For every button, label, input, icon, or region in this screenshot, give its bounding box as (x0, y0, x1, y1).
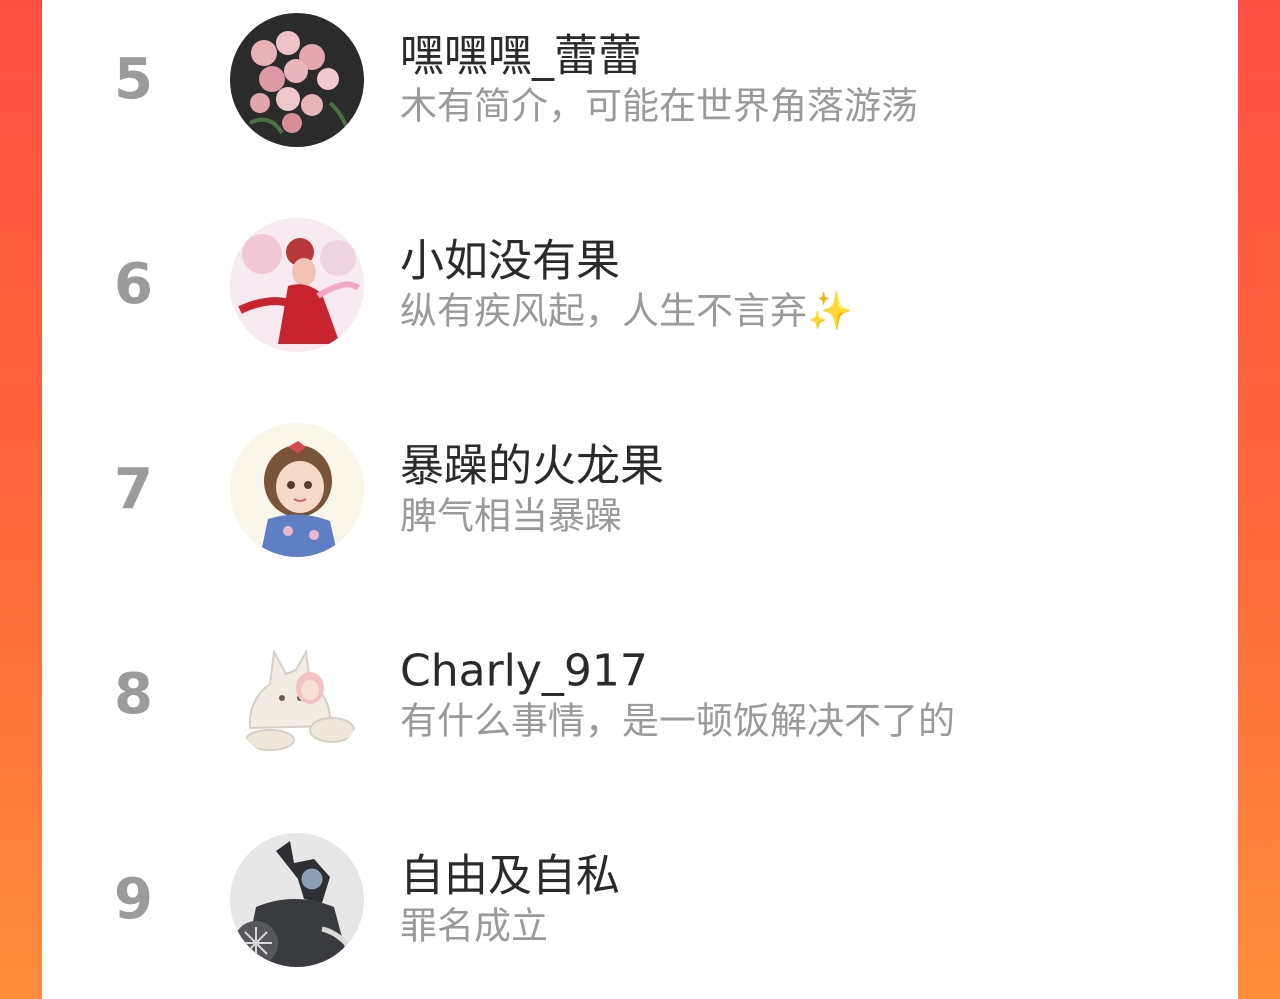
user-bio: 纵有疾风起，人生不言弃✨ (400, 289, 854, 333)
user-name: 暴躁的火龙果 (400, 440, 664, 492)
user-name: Charly_917 (400, 645, 648, 697)
roses-photo-avatar-icon[interactable] (230, 13, 364, 147)
rank-number: 8 (114, 662, 153, 727)
rank-number: 9 (114, 867, 153, 932)
user-bio: 脾气相当暴躁 (400, 494, 622, 538)
app-screen: 5 嘿嘿嘿_蕾蕾 木有简介，可能在世界角落游荡 6 小如没有果 纵有疾风起，人生… (0, 0, 1280, 999)
dancer-portrait-avatar-icon[interactable] (230, 218, 364, 352)
rank-number: 7 (114, 457, 153, 522)
list-item[interactable]: 5 嘿嘿嘿_蕾蕾 木有简介，可能在世界角落游荡 (42, 5, 1238, 155)
user-meta: Charly_917 有什么事情，是一顿饭解决不了的 (400, 645, 955, 744)
dark-figure-avatar-icon[interactable] (230, 833, 364, 967)
rank-number: 5 (114, 47, 153, 112)
list-item[interactable]: 9 自由及自私 罪名成立 (42, 825, 1238, 975)
user-bio: 木有简介，可能在世界角落游荡 (400, 84, 918, 128)
user-meta: 嘿嘿嘿_蕾蕾 木有简介，可能在世界角落游荡 (400, 30, 918, 129)
ranking-panel: 5 嘿嘿嘿_蕾蕾 木有简介，可能在世界角落游荡 6 小如没有果 纵有疾风起，人生… (42, 0, 1238, 999)
user-meta: 小如没有果 纵有疾风起，人生不言弃✨ (400, 235, 854, 334)
list-item[interactable]: 6 小如没有果 纵有疾风起，人生不言弃✨ (42, 210, 1238, 360)
user-meta: 暴躁的火龙果 脾气相当暴躁 (400, 440, 664, 539)
list-item[interactable]: 7 暴躁的火龙果 脾气相当暴躁 (42, 415, 1238, 565)
user-name: 嘿嘿嘿_蕾蕾 (400, 30, 642, 82)
user-bio: 有什么事情，是一顿饭解决不了的 (400, 699, 955, 743)
anime-girl-avatar-icon[interactable] (230, 423, 364, 557)
user-meta: 自由及自私 罪名成立 (400, 850, 620, 949)
fox-and-girl-avatar-icon[interactable] (230, 628, 364, 762)
user-name: 自由及自私 (400, 850, 620, 902)
user-name: 小如没有果 (400, 235, 620, 287)
list-item[interactable]: 8 Charly_917 有什么事情，是一顿饭解决不了的 (42, 620, 1238, 770)
user-bio: 罪名成立 (400, 904, 548, 948)
rank-number: 6 (114, 252, 153, 317)
